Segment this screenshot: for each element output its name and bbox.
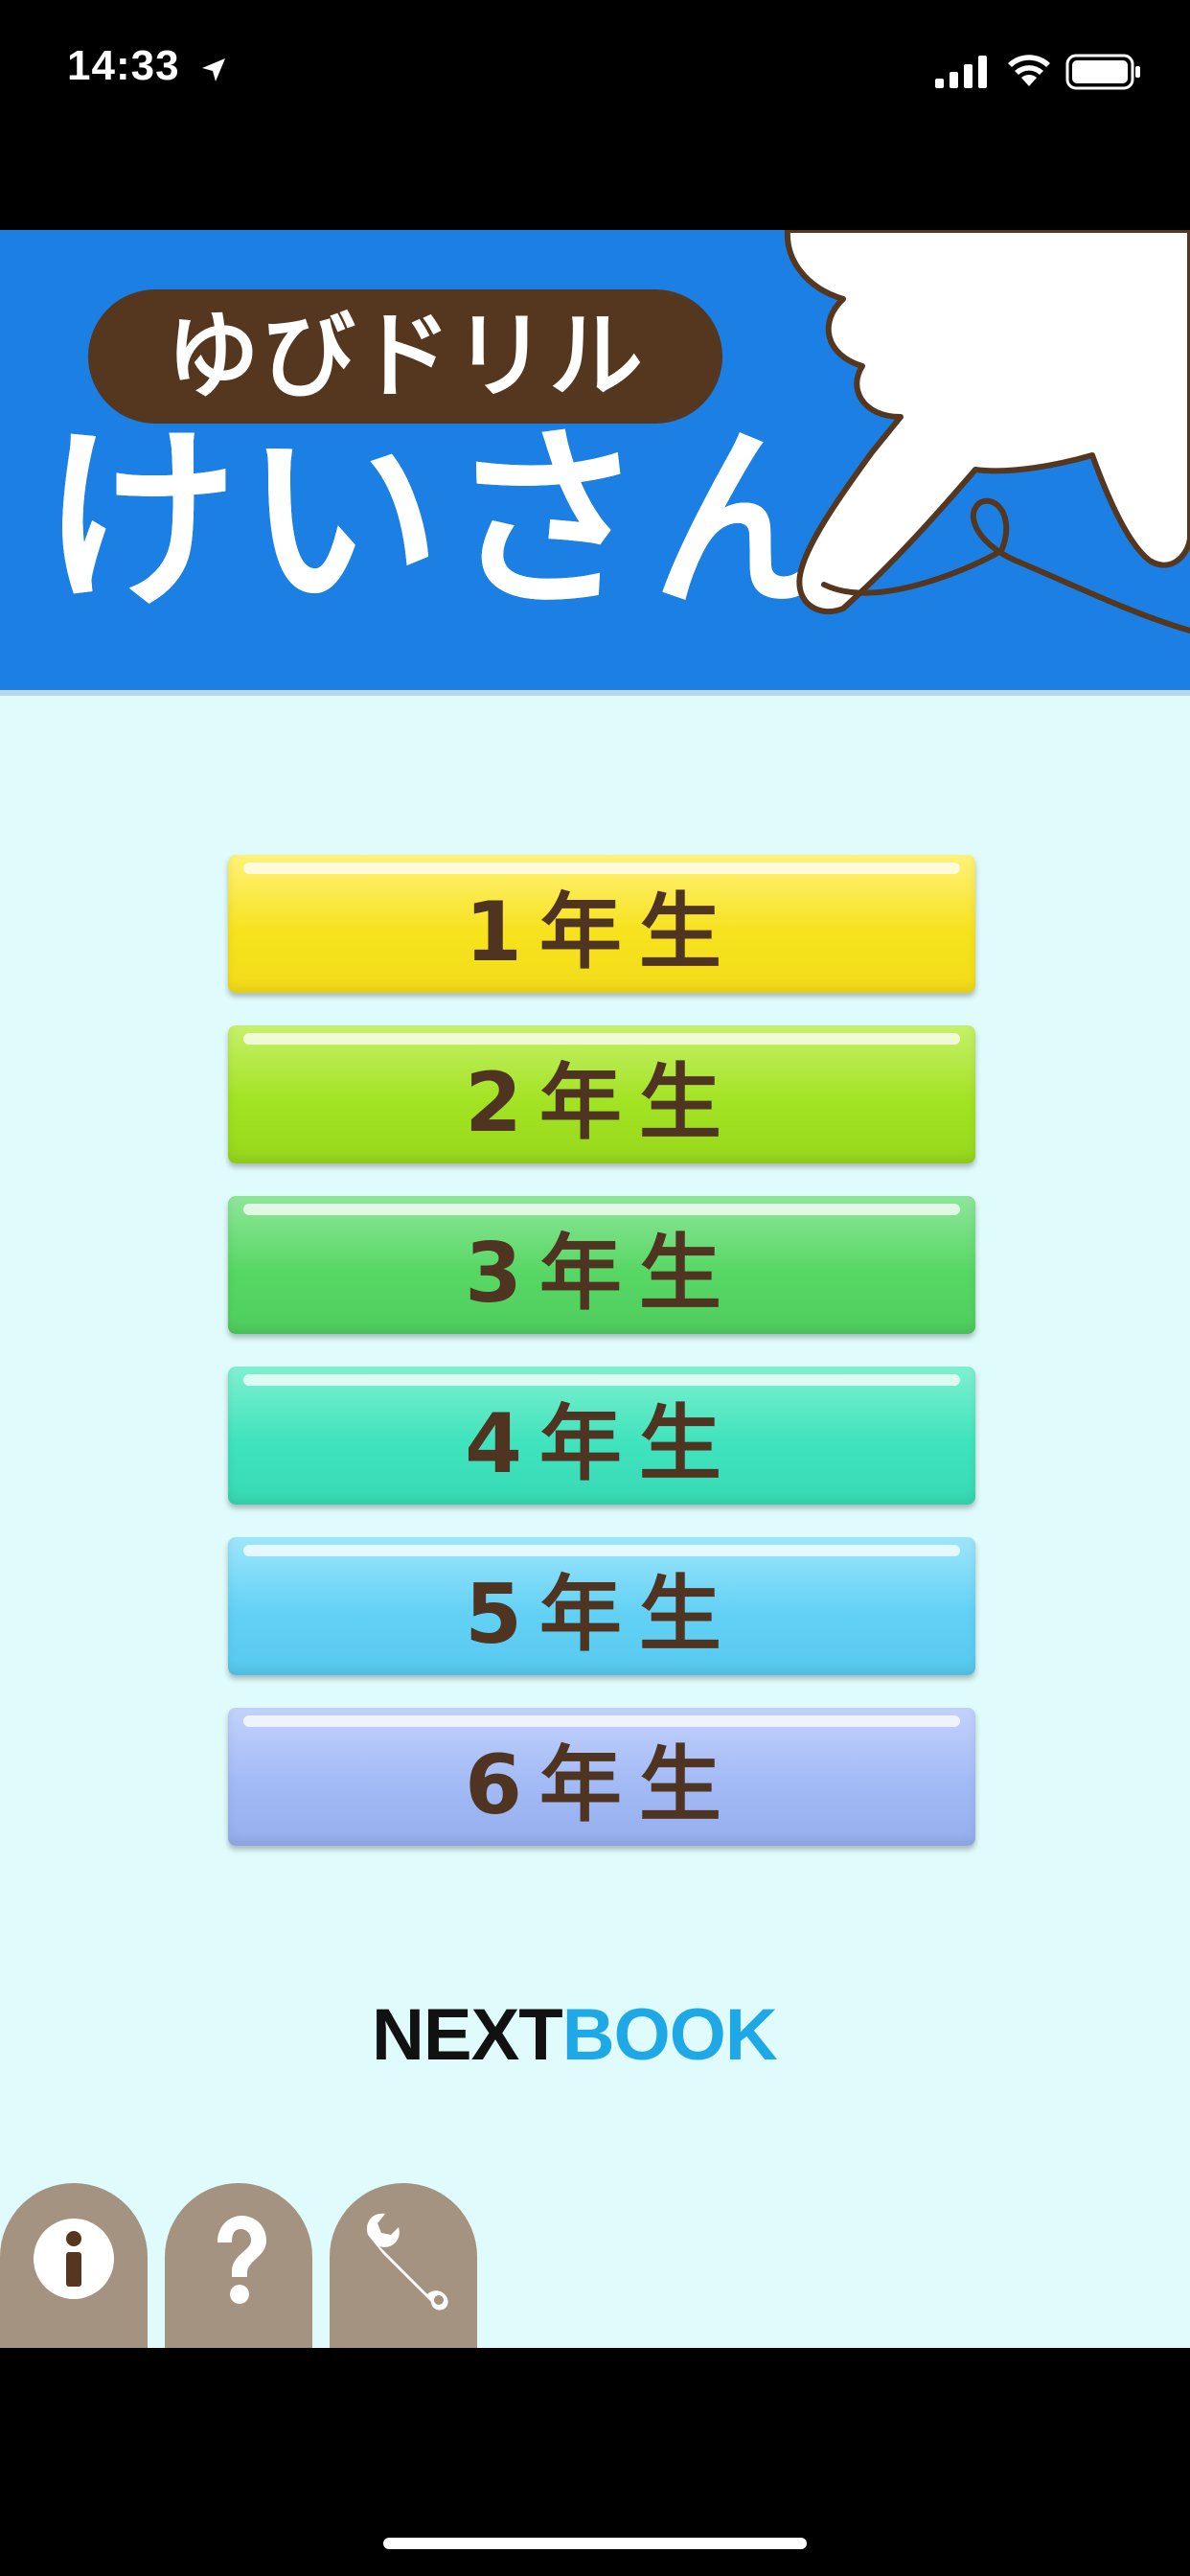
settings-button[interactable] [330, 2183, 477, 2348]
location-arrow-icon [202, 58, 225, 81]
wifi-icon [1008, 55, 1050, 86]
grade-5-button[interactable]: 5年生 [228, 1537, 975, 1675]
grade-1-button[interactable]: 1年生 [228, 855, 975, 993]
grade-list: 1年生 2年生 3年生 4年生 5年生 6年生 [228, 855, 975, 1878]
logo-book-text: BOOK [561, 1994, 778, 2076]
app-screen: ゆびドリル けいさん 1年生 2年生 3年生 4年生 5年生 6年生 NEXTB… [0, 230, 1190, 2348]
question-icon [217, 2216, 266, 2304]
help-button[interactable] [165, 2183, 312, 2348]
app-title: けいさん [42, 408, 855, 635]
logo-next-text: NEXT [372, 1994, 563, 2076]
status-time: 14:33 [67, 42, 180, 89]
grade-4-button[interactable]: 4年生 [228, 1367, 975, 1505]
info-button[interactable] [0, 2183, 148, 2348]
wrench-icon [366, 2213, 448, 2311]
grade-6-button[interactable]: 6年生 [228, 1708, 975, 1846]
info-icon [34, 2219, 114, 2299]
status-bar: 14:33 [0, 0, 1190, 230]
publisher-logo: NEXTBOOK [372, 1993, 778, 2077]
home-indicator[interactable] [383, 2538, 807, 2549]
battery-icon [1065, 54, 1140, 90]
grade-3-button[interactable]: 3年生 [228, 1196, 975, 1334]
cellular-signal-icon [935, 56, 987, 88]
grade-2-button[interactable]: 2年生 [228, 1025, 975, 1163]
pointing-hand-icon [784, 230, 1190, 633]
